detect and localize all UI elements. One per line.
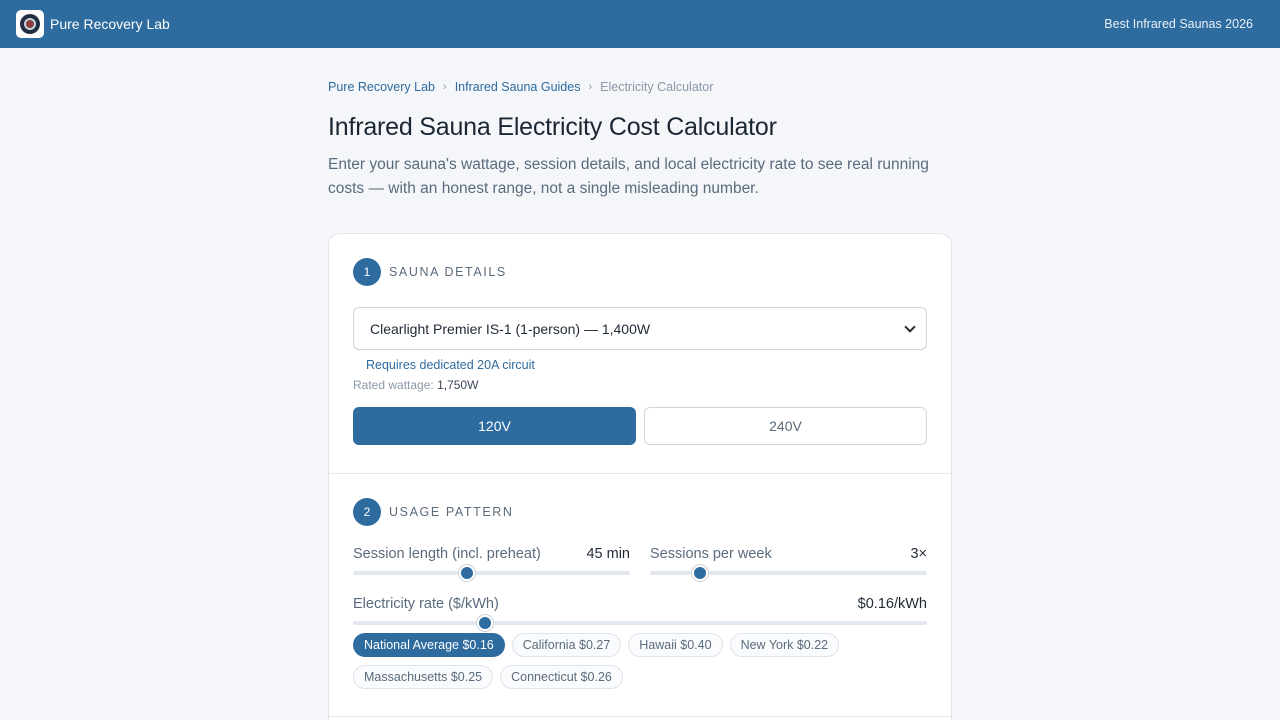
- rate-preset-chip[interactable]: New York $0.22: [729, 633, 840, 657]
- usage-pattern-section: 2 Usage Pattern Session length (incl. pr…: [329, 498, 951, 689]
- electricity-rate-slider[interactable]: [353, 615, 927, 631]
- page-title: Infrared Sauna Electricity Cost Calculat…: [328, 113, 777, 141]
- breadcrumb-home-link[interactable]: Pure Recovery Lab: [328, 80, 435, 94]
- breadcrumb-separator: ›: [443, 81, 447, 93]
- sessions-per-week-label: Sessions per week: [650, 546, 772, 562]
- section-title: Usage Pattern: [389, 505, 514, 519]
- brand-name[interactable]: Pure Recovery Lab: [50, 16, 170, 32]
- rate-preset-chips: National Average $0.16 California $0.27 …: [353, 633, 927, 689]
- electricity-rate-thumb[interactable]: [477, 615, 494, 631]
- session-length-label: Session length (incl. preheat): [353, 546, 541, 562]
- brand-logo-icon[interactable]: [16, 10, 44, 38]
- chevron-down-icon: [904, 321, 916, 333]
- circuit-note: Requires dedicated 20A circuit: [366, 358, 535, 372]
- sessions-per-week-slider[interactable]: [650, 565, 927, 581]
- sessions-per-week-control: Sessions per week 3×: [650, 546, 927, 581]
- section-header: 1 Sauna Details: [353, 258, 927, 286]
- voltage-toggle: 120V 240V: [353, 407, 927, 445]
- top-navbar: Pure Recovery Lab Best Infrared Saunas 2…: [0, 0, 1280, 48]
- section-divider: [329, 716, 951, 717]
- rate-preset-chip[interactable]: Hawaii $0.40: [628, 633, 723, 657]
- nav-link-best-saunas[interactable]: Best Infrared Saunas 2026: [1104, 17, 1253, 31]
- sessions-per-week-thumb[interactable]: [691, 565, 708, 581]
- electricity-rate-value: $0.16/kWh: [857, 596, 927, 612]
- section-title: Sauna Details: [389, 265, 507, 279]
- usage-sliders: Session length (incl. preheat) 45 min Se…: [353, 546, 927, 581]
- page-subtitle: Enter your sauna's wattage, session deta…: [328, 156, 929, 197]
- sauna-model-select[interactable]: Clearlight Premier IS-1 (1-person) — 1,4…: [353, 307, 927, 350]
- session-length-thumb[interactable]: [458, 565, 475, 581]
- breadcrumb: Pure Recovery Lab › Infrared Sauna Guide…: [328, 80, 713, 94]
- rated-wattage-label: Rated wattage:: [353, 378, 434, 392]
- rate-preset-chip[interactable]: National Average $0.16: [353, 633, 505, 657]
- electricity-rate-control: Electricity rate ($/kWh) $0.16/kWh: [353, 596, 927, 631]
- session-length-slider[interactable]: [353, 565, 630, 581]
- breadcrumb-current: Electricity Calculator: [600, 80, 714, 94]
- sauna-details-section: 1 Sauna Details Clearlight Premier IS-1 …: [329, 258, 951, 445]
- voltage-120v-button[interactable]: 120V: [353, 407, 636, 445]
- rated-wattage-value: 1,750W: [437, 378, 479, 392]
- calculator-card: 1 Sauna Details Clearlight Premier IS-1 …: [328, 233, 952, 720]
- section-divider: [329, 473, 951, 474]
- rate-preset-chip[interactable]: Connecticut $0.26: [500, 665, 623, 689]
- sauna-model-selected: Clearlight Premier IS-1 (1-person) — 1,4…: [370, 320, 651, 337]
- section-header: 2 Usage Pattern: [353, 498, 927, 526]
- voltage-240v-button[interactable]: 240V: [644, 407, 927, 445]
- rated-wattage: Rated wattage: 1,750W: [353, 378, 927, 392]
- session-length-value: 45 min: [586, 546, 630, 562]
- breadcrumb-guides-link[interactable]: Infrared Sauna Guides: [455, 80, 581, 94]
- sessions-per-week-value: 3×: [910, 546, 927, 562]
- electricity-rate-label: Electricity rate ($/kWh): [353, 596, 499, 612]
- rate-preset-chip[interactable]: Massachusetts $0.25: [353, 665, 494, 689]
- rate-preset-chip[interactable]: California $0.27: [511, 633, 622, 657]
- step-badge: 2: [353, 498, 381, 526]
- step-badge: 1: [353, 258, 381, 286]
- session-length-control: Session length (incl. preheat) 45 min: [353, 546, 630, 581]
- breadcrumb-separator: ›: [588, 81, 593, 93]
